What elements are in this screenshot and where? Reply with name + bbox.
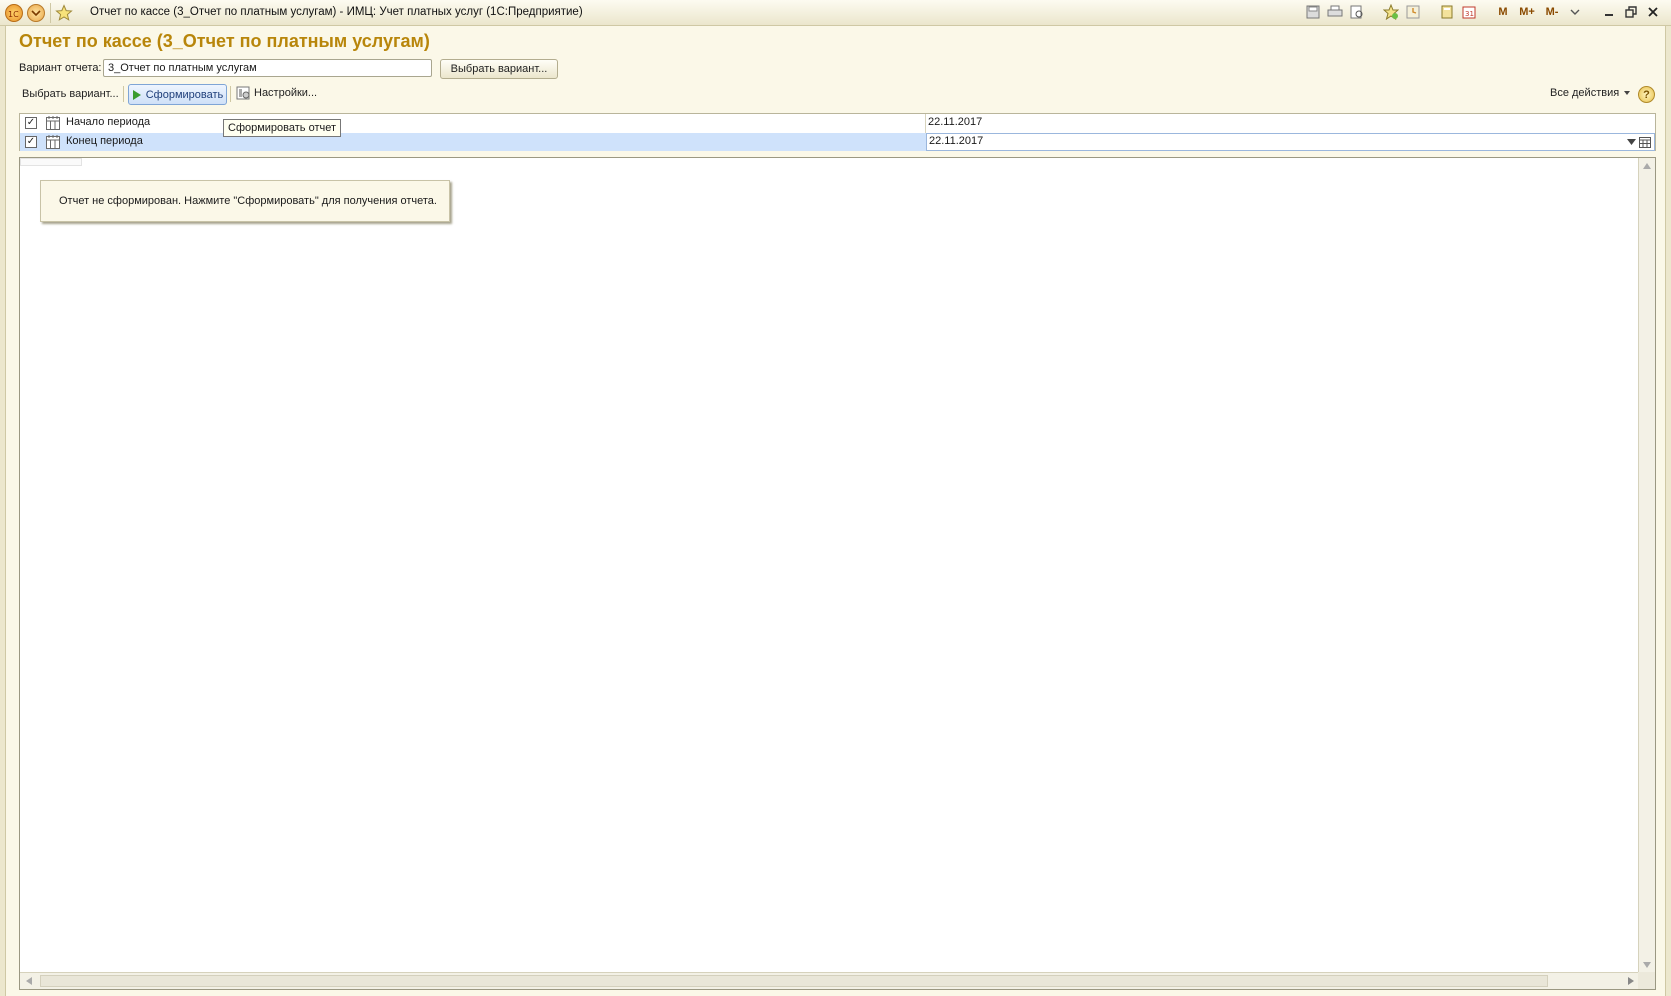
minimize-icon[interactable] <box>1601 4 1617 20</box>
generate-button-label: Сформировать <box>145 88 224 101</box>
close-icon[interactable] <box>1645 4 1661 20</box>
row-checkbox[interactable]: ✓ <box>25 136 37 148</box>
print-icon[interactable] <box>1327 4 1343 20</box>
title-separator <box>50 3 51 23</box>
row-label: Начало периода <box>66 116 151 128</box>
scroll-thumb[interactable] <box>40 975 1548 987</box>
report-message: Отчет не сформирован. Нажмите "Сформиров… <box>40 180 450 222</box>
scroll-up-icon[interactable] <box>1643 163 1651 169</box>
scroll-corner <box>1638 972 1655 989</box>
toolbar-dropdown-icon[interactable] <box>1567 4 1583 20</box>
left-frame <box>0 26 6 996</box>
settings-icon <box>236 86 250 100</box>
calculator-icon[interactable] <box>1439 4 1455 20</box>
cell-marker <box>20 158 82 166</box>
memory-plus-button[interactable]: M+ <box>1517 4 1537 20</box>
right-frame <box>1665 26 1671 996</box>
command-separator <box>123 86 124 102</box>
command-separator <box>230 86 231 102</box>
page-title: Отчет по кассе (3_Отчет по платным услуг… <box>19 31 430 51</box>
add-favorite-icon[interactable] <box>1383 4 1399 20</box>
variant-input[interactable]: 3_Отчет по платным услугам <box>103 59 432 77</box>
svg-text:1C: 1C <box>8 10 19 19</box>
row-checkbox[interactable]: ✓ <box>25 117 37 129</box>
all-actions-label: Все действия <box>1550 87 1620 99</box>
scroll-down-icon[interactable] <box>1643 962 1651 968</box>
report-area[interactable]: Отчет не сформирован. Нажмите "Сформиров… <box>19 157 1656 990</box>
scroll-right-icon[interactable] <box>1628 977 1634 985</box>
settings-label: Настройки... <box>254 87 318 99</box>
calendar-icon[interactable]: 31 <box>1461 4 1477 20</box>
help-icon[interactable]: ? <box>1638 86 1655 103</box>
dropdown-arrow-icon <box>1624 91 1631 95</box>
scroll-left-icon[interactable] <box>26 977 32 985</box>
restore-icon[interactable] <box>1623 4 1639 20</box>
vertical-scrollbar[interactable] <box>1638 158 1655 973</box>
calendar-param-icon <box>46 116 60 130</box>
favorite-star-icon[interactable] <box>55 4 73 25</box>
end-date-value: 22.11.2017 <box>929 135 984 147</box>
window-title: Отчет по кассе (3_Отчет по платным услуг… <box>90 6 583 18</box>
variant-label: Вариант отчета: <box>19 62 102 74</box>
choose-variant-command[interactable]: Выбрать вариант... <box>22 88 119 100</box>
title-bar: 1C Отчет по кассе (3_Отчет по платным ус… <box>0 0 1671 26</box>
main-menu-icon[interactable] <box>27 4 45 22</box>
all-actions-menu[interactable]: Все действия <box>1550 87 1631 99</box>
generate-button[interactable]: Сформировать <box>128 84 227 105</box>
calendar-picker-icon[interactable] <box>1639 136 1651 148</box>
save-icon[interactable] <box>1305 4 1321 20</box>
memory-m-button[interactable]: M <box>1495 4 1511 20</box>
history-icon[interactable] <box>1405 4 1421 20</box>
memory-minus-button[interactable]: M- <box>1543 4 1561 20</box>
app-logo-icon[interactable]: 1C <box>5 4 23 22</box>
preview-icon[interactable] <box>1349 4 1365 20</box>
choose-variant-button[interactable]: Выбрать вариант... <box>440 59 558 79</box>
dropdown-arrow-icon[interactable] <box>1627 139 1636 146</box>
row-label: Конец периода <box>66 135 143 147</box>
play-icon <box>132 89 141 100</box>
calendar-param-icon <box>46 135 60 149</box>
title-toolbar: 31 M M+ M- <box>1305 4 1661 20</box>
horizontal-scrollbar[interactable] <box>20 972 1640 989</box>
svg-text:31: 31 <box>1465 10 1474 18</box>
tooltip: Сформировать отчет <box>223 119 342 137</box>
row-value[interactable]: 22.11.2017 <box>928 116 982 128</box>
settings-command[interactable]: Настройки... <box>236 86 317 100</box>
end-date-input[interactable]: 22.11.2017 <box>926 133 1655 151</box>
